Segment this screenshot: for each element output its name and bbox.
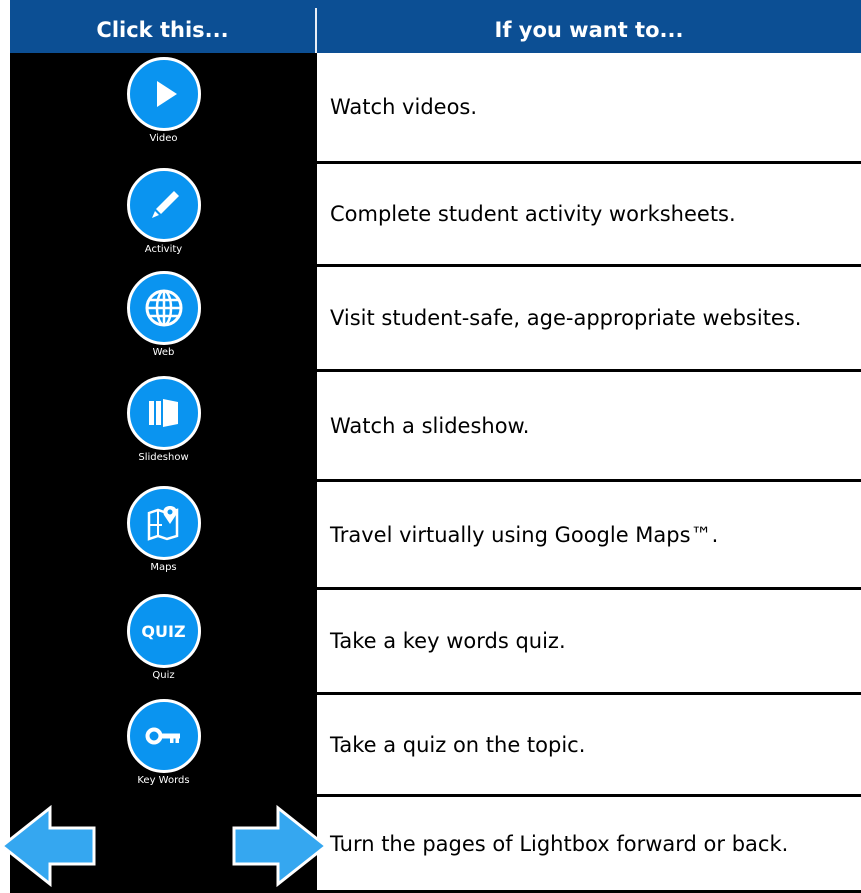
header-click-this: Click this... bbox=[96, 18, 229, 42]
table-row-key-words: Key Words Take a quiz on the topic. bbox=[10, 695, 861, 797]
slideshow-circle bbox=[126, 376, 201, 450]
play-icon bbox=[156, 81, 177, 107]
activity-label: Activity bbox=[144, 244, 183, 255]
slideshow-label: Slideshow bbox=[138, 452, 189, 463]
maps-description: Travel virtually using Google Maps™. bbox=[330, 522, 719, 547]
globe-icon bbox=[145, 289, 182, 327]
arrows-cell bbox=[0, 797, 328, 893]
pencil-icon bbox=[151, 191, 179, 218]
table-row-maps: Maps Travel virtually using Google Maps™… bbox=[10, 482, 861, 590]
maps-circle bbox=[126, 486, 201, 560]
video-label: Video bbox=[149, 133, 178, 144]
arrow-left-icon[interactable] bbox=[0, 803, 98, 889]
table-row-activity: Activity Complete student activity works… bbox=[10, 164, 861, 267]
table-row-video: Video Watch videos. bbox=[10, 53, 861, 164]
slideshow-button[interactable]: Slideshow bbox=[10, 372, 317, 482]
slideshow-icon bbox=[148, 399, 178, 427]
quiz-icon: QUIZ bbox=[126, 594, 201, 668]
video-description: Watch videos. bbox=[330, 95, 478, 119]
table-row-quiz: QUIZ Quiz Take a key words quiz. bbox=[10, 590, 861, 695]
activity-description: Complete student activity worksheets. bbox=[330, 202, 736, 226]
map-pin-icon bbox=[147, 506, 178, 541]
slideshow-description: Watch a slideshow. bbox=[330, 413, 530, 438]
header-if-you-want: If you want to... bbox=[494, 18, 684, 42]
video-button[interactable]: Video bbox=[10, 53, 317, 164]
quiz-button[interactable]: QUIZ Quiz bbox=[10, 590, 317, 695]
arrows-description: Turn the pages of Lightbox forward or ba… bbox=[330, 831, 789, 856]
video-circle bbox=[126, 57, 201, 131]
quiz-description: Take a key words quiz. bbox=[330, 629, 566, 653]
key-words-circle bbox=[126, 699, 201, 773]
key-words-label: Key Words bbox=[137, 775, 190, 786]
table-row-arrows: Turn the pages of Lightbox forward or ba… bbox=[0, 797, 861, 893]
maps-label: Maps bbox=[150, 562, 177, 573]
web-button[interactable]: Web bbox=[10, 267, 317, 372]
key-words-button[interactable]: Key Words bbox=[10, 695, 317, 797]
quiz-label: Quiz bbox=[152, 670, 175, 681]
maps-button[interactable]: Maps bbox=[10, 482, 317, 590]
table-header: Click this... If you want to... bbox=[10, 0, 861, 53]
table-row-slideshow: Slideshow Watch a slideshow. bbox=[10, 372, 861, 482]
quiz-icon-text: QUIZ bbox=[141, 621, 186, 641]
table-row-web: Web Visit student-safe, age-appropriate … bbox=[10, 267, 861, 372]
key-words-description: Take a quiz on the topic. bbox=[330, 732, 586, 757]
arrow-right-icon[interactable] bbox=[230, 803, 328, 889]
web-description: Visit student-safe, age-appropriate webs… bbox=[330, 306, 802, 330]
activity-button[interactable]: Activity bbox=[10, 164, 317, 267]
key-icon bbox=[145, 727, 180, 745]
activity-circle bbox=[126, 168, 201, 242]
web-label: Web bbox=[152, 347, 175, 358]
web-circle bbox=[126, 271, 201, 345]
help-table: Click this... If you want to... Video Wa… bbox=[0, 0, 861, 893]
